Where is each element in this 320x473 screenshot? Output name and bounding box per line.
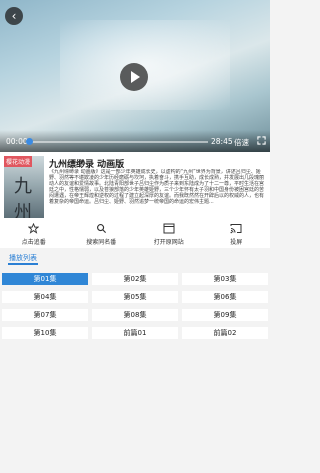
episode-grid: 第01集 第02集 第03集 第04集 第05集 第06集 第07集 第08集 …: [2, 273, 268, 339]
search-same-label: 搜索同名番: [86, 239, 117, 246]
episode-button[interactable]: 第01集: [2, 273, 88, 285]
episode-button[interactable]: 前篇01: [92, 327, 178, 339]
cast-button[interactable]: 投屏: [203, 220, 271, 248]
total-time: 28:45: [211, 137, 233, 146]
tab-playlist[interactable]: 播放列表: [9, 253, 37, 263]
video-frame: [60, 20, 230, 110]
follow-button[interactable]: 点击追番: [0, 220, 68, 248]
episode-button[interactable]: 前篇02: [182, 327, 268, 339]
episode-button[interactable]: 第09集: [182, 309, 268, 321]
episode-button[interactable]: 第03集: [182, 273, 268, 285]
open-site-button[interactable]: 打开原网站: [135, 220, 203, 248]
episode-button[interactable]: 第06集: [182, 291, 268, 303]
anime-description: 《九州缥缈录 动画版》这是一部少年英雄成长史，以虚构的“九州”世界为背景，讲述吕…: [49, 169, 265, 206]
episode-button[interactable]: 第02集: [92, 273, 178, 285]
cast-icon: [230, 223, 242, 234]
search-icon: [95, 223, 107, 234]
episode-button[interactable]: 第08集: [92, 309, 178, 321]
speed-button[interactable]: 倍速: [234, 137, 249, 148]
open-site-label: 打开原网站: [153, 239, 184, 246]
video-player[interactable]: ‹ 00:00 28:45 倍速: [0, 0, 270, 152]
seek-bar[interactable]: [28, 141, 208, 143]
back-button[interactable]: ‹: [5, 7, 23, 25]
episode-button[interactable]: 第05集: [92, 291, 178, 303]
tab-bar: 播放列表: [0, 250, 270, 266]
episode-button[interactable]: 第07集: [2, 309, 88, 321]
seek-handle[interactable]: [26, 138, 33, 145]
follow-label: 点击追番: [21, 239, 46, 246]
episode-button[interactable]: 第10集: [2, 327, 88, 339]
fullscreen-icon[interactable]: [257, 136, 266, 145]
cover-image: 樱花动漫 九州: [4, 156, 44, 218]
play-button[interactable]: [120, 63, 148, 91]
cast-label: 投屏: [230, 239, 243, 246]
browser-icon: [163, 223, 175, 234]
cover-calligraphy: 九州: [14, 176, 32, 218]
search-same-button[interactable]: 搜索同名番: [68, 220, 136, 248]
chevron-left-icon: ‹: [11, 9, 17, 23]
player-controls: 00:00 28:45 倍速: [0, 130, 270, 152]
current-time: 00:00: [6, 137, 28, 146]
tab-indicator: [8, 263, 38, 265]
cover-badge: 樱花动漫: [4, 156, 33, 167]
episode-button[interactable]: 第04集: [2, 291, 88, 303]
anime-info: 樱花动漫 九州 九州缥缈录 动画版 《九州缥缈录 动画版》这是一部少年英雄成长史…: [0, 152, 270, 220]
action-bar: 点击追番 搜索同名番 打开原网站 投屏: [0, 220, 270, 248]
star-icon: [28, 223, 40, 234]
